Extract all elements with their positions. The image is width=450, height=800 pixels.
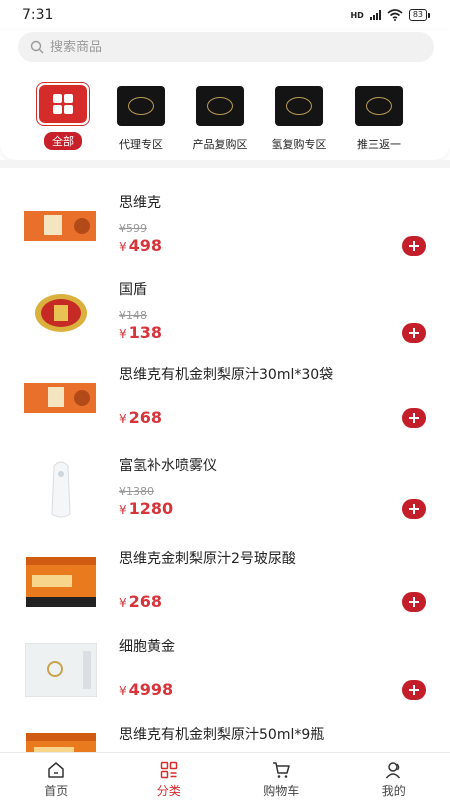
section-divider [0,160,450,168]
product-price-value: 268 [128,592,163,611]
status-bar: 7:31 HD 83 [0,0,450,30]
product-item[interactable]: 细胞黄金 ¥4998 [0,624,450,710]
search-input[interactable] [50,39,390,55]
plus-icon [409,597,419,607]
category-product-rebuy[interactable]: 产品复购区 [180,82,260,152]
category-agent-zone[interactable]: 代理专区 [101,82,181,152]
product-original-price: ¥1380 [119,485,154,498]
product-name: 思维克有机金刺梨原汁30ml*30袋 [119,367,334,383]
product-item[interactable]: 思维克 ¥599 ¥498 [0,180,450,266]
product-price: ¥498 [119,236,162,255]
product-name: 富氢补水喷雾仪 [119,458,217,474]
status-time: 7:31 [22,7,54,23]
product-original-price: ¥148 [119,309,147,322]
signal-icon [369,10,381,20]
tab-profile[interactable]: 我的 [338,753,450,800]
top-panel: 全部 代理专区 产品复购区 氢复购专区 推三返一 [0,30,450,160]
category-thumbnail [355,86,403,126]
category-label: 氢复购专区 [271,138,327,151]
category-refer-three[interactable]: 推三返一 [339,82,419,152]
currency-symbol: ¥ [119,240,127,254]
category-bar: 全部 代理专区 产品复购区 氢复购专区 推三返一 [0,82,450,158]
add-to-cart-button[interactable] [402,499,426,519]
currency-symbol: ¥ [119,412,127,426]
plus-icon [409,241,419,251]
product-image [24,730,98,752]
wifi-icon [387,9,403,21]
tab-label: 首页 [44,784,69,798]
category-label: 全部 [44,132,82,150]
product-price: ¥138 [119,323,162,342]
add-to-cart-button[interactable] [402,236,426,256]
product-image [24,461,98,518]
category-all[interactable]: 全部 [23,82,103,150]
product-item[interactable]: 思维克金刺梨原汁2号玻尿酸 ¥268 [0,536,450,622]
add-to-cart-button[interactable] [402,408,426,428]
battery-level: 83 [408,9,427,21]
status-icons: HD 83 [350,9,430,21]
network-type-label: HD [350,10,364,20]
tab-label: 我的 [381,784,406,798]
product-price-value: 498 [128,236,163,255]
currency-symbol: ¥ [119,327,127,341]
product-list[interactable]: 思维克 ¥599 ¥498 国盾 ¥148 ¥138 思维克有机金刺梨原汁30m… [0,180,450,752]
product-price-value: 138 [128,323,163,342]
category-icon [160,761,177,779]
product-image [24,554,98,610]
category-label: 推三返一 [357,138,401,151]
category-thumbnail [117,86,165,126]
product-name: 细胞黄金 [119,639,175,655]
battery-icon: 83 [408,9,430,21]
category-label: 产品复购区 [192,138,248,151]
product-item[interactable]: 思维克有机金刺梨原汁50ml*9瓶 [0,712,450,752]
category-label: 代理专区 [119,138,163,151]
plus-icon [409,504,419,514]
plus-icon [409,685,419,695]
tab-label: 购物车 [263,784,300,798]
product-price: ¥268 [119,592,162,611]
product-name: 思维克 [119,195,161,211]
plus-icon [409,413,419,423]
product-price: ¥1280 [119,499,173,518]
plus-icon [409,328,419,338]
tab-cart[interactable]: 购物车 [225,753,338,800]
product-original-price: ¥599 [119,222,147,235]
tab-home[interactable]: 首页 [0,753,113,800]
category-hydrogen-rebuy[interactable]: 氢复购专区 [259,82,339,152]
product-price-value: 4998 [128,680,174,699]
bottom-tab-bar: 首页 分类 购物车 我的 [0,752,450,800]
add-to-cart-button[interactable] [402,680,426,700]
product-name: 思维克金刺梨原汁2号玻尿酸 [119,551,296,567]
category-thumbnail [196,86,244,126]
product-image [24,642,98,698]
home-icon [48,762,64,778]
product-price: ¥4998 [119,680,173,699]
category-all-icon-frame [36,82,90,126]
product-name: 思维克有机金刺梨原汁50ml*9瓶 [119,727,325,743]
product-price-value: 1280 [128,499,174,518]
search-icon [30,40,44,54]
currency-symbol: ¥ [119,503,127,517]
product-image [24,370,98,426]
product-item[interactable]: 富氢补水喷雾仪 ¥1380 ¥1280 [0,443,450,529]
product-image [24,285,98,341]
product-name: 国盾 [119,282,147,298]
product-price-value: 268 [128,408,163,427]
tab-category[interactable]: 分类 [113,753,226,800]
add-to-cart-button[interactable] [402,592,426,612]
user-icon [385,762,400,779]
tab-label: 分类 [156,784,181,798]
search-bar[interactable] [18,32,434,62]
product-price: ¥268 [119,408,162,427]
cart-icon [273,762,290,778]
product-image [24,198,98,254]
currency-symbol: ¥ [119,684,127,698]
category-thumbnail [275,86,323,126]
product-item[interactable]: 思维克有机金刺梨原汁30ml*30袋 ¥268 [0,352,450,438]
product-item[interactable]: 国盾 ¥148 ¥138 [0,267,450,353]
add-to-cart-button[interactable] [402,323,426,343]
currency-symbol: ¥ [119,596,127,610]
grid-icon [53,94,73,114]
